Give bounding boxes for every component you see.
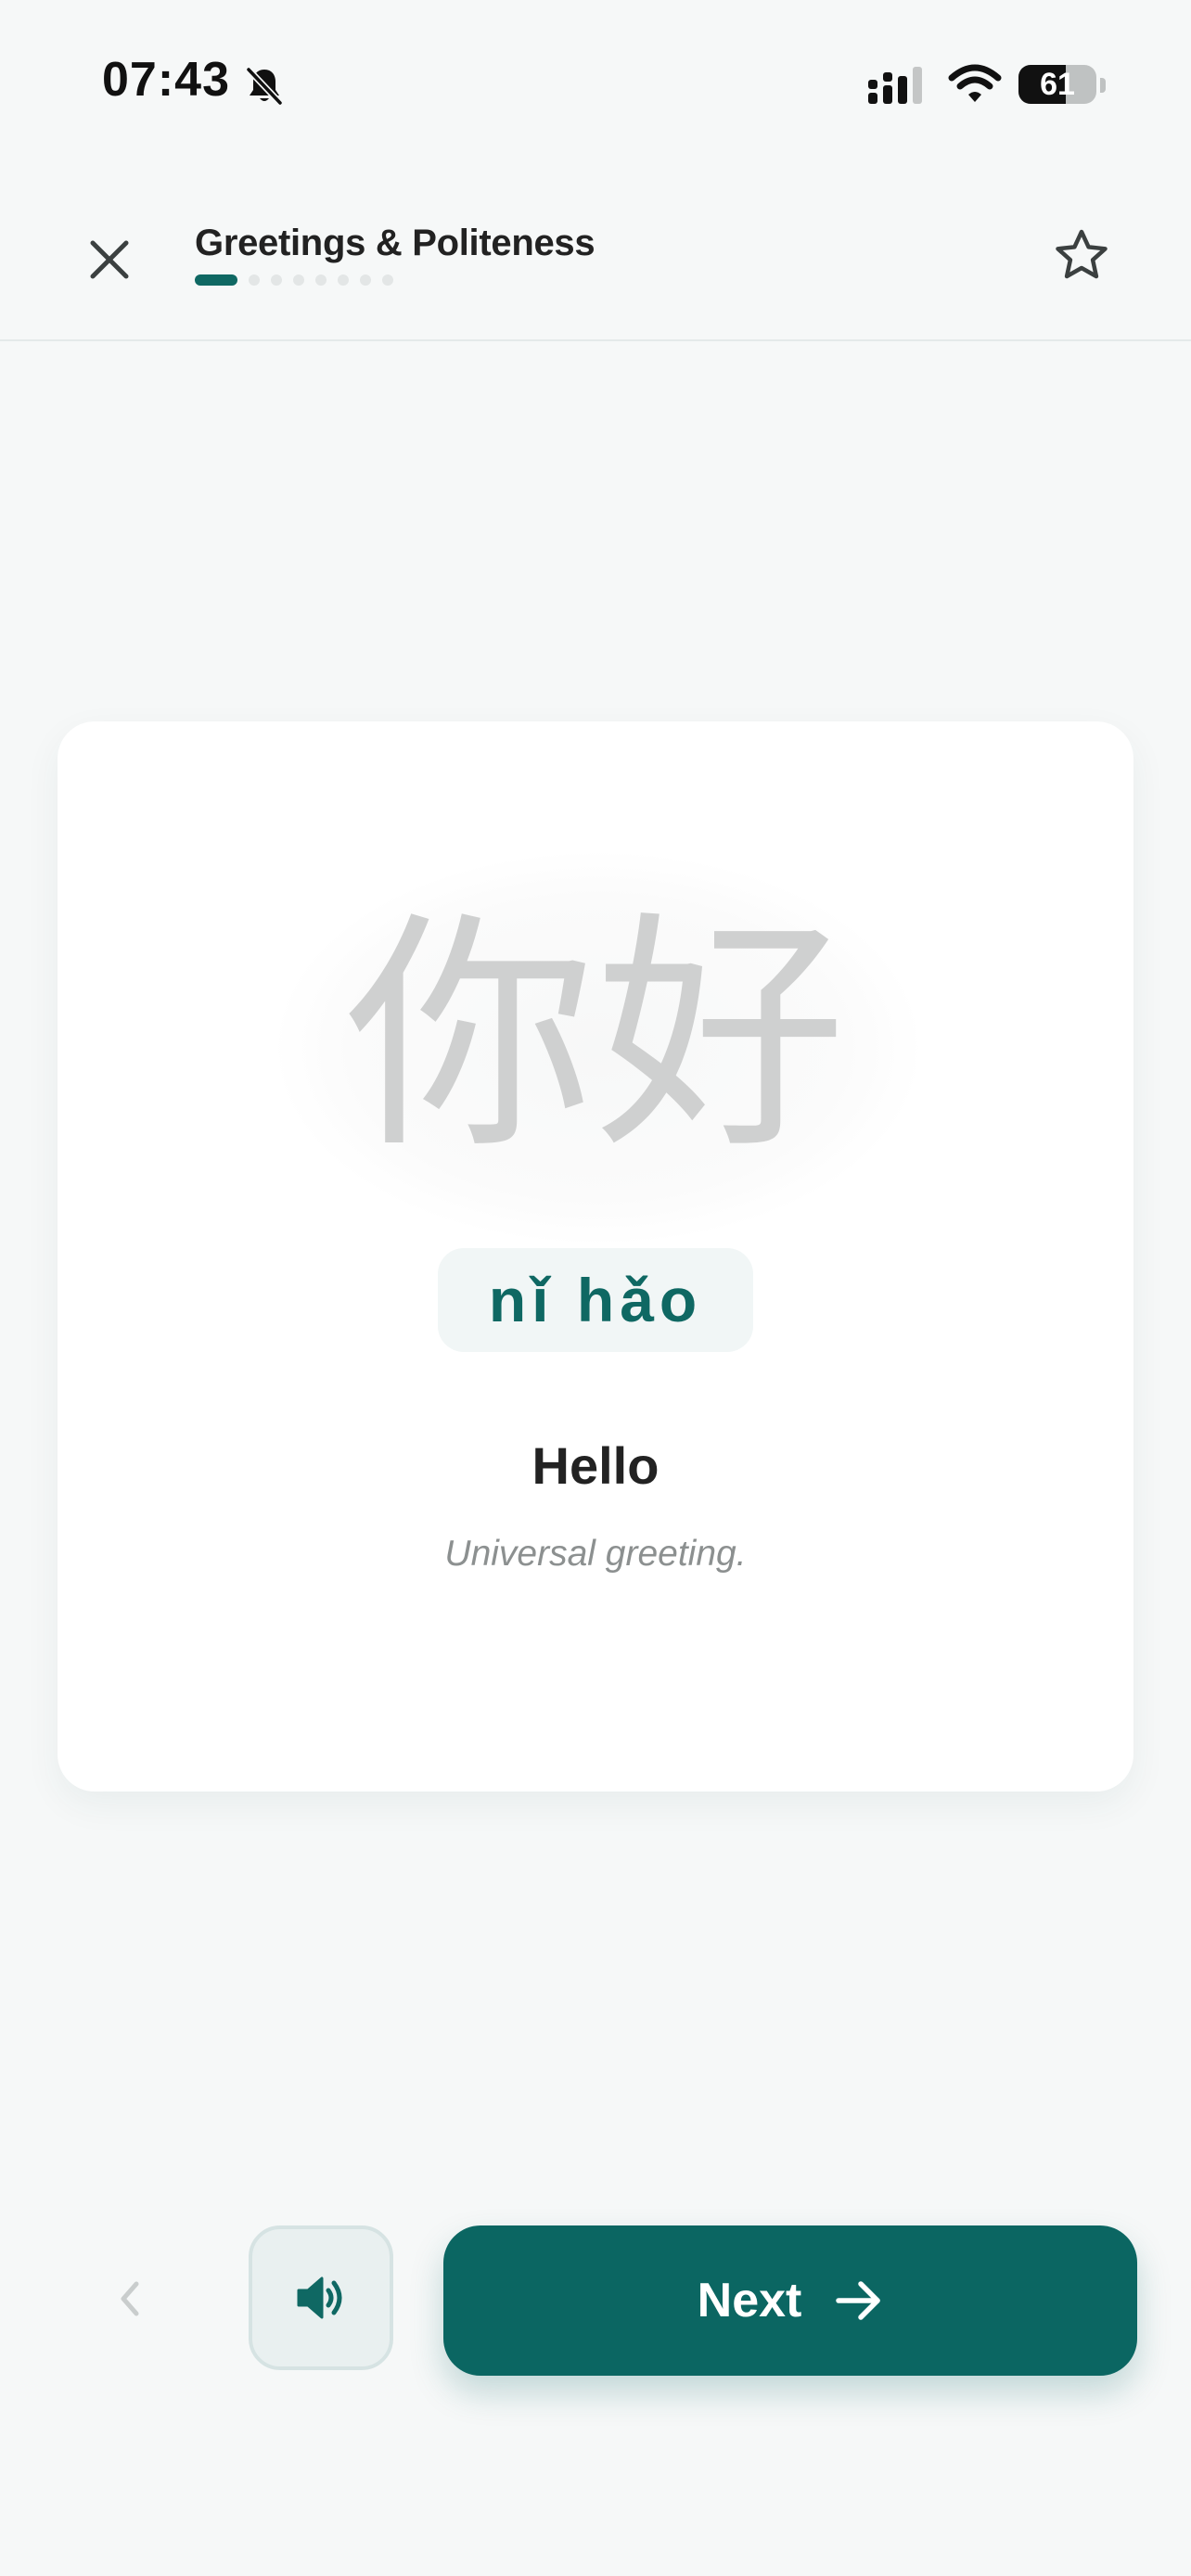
bell-slash-icon [245,66,284,107]
pinyin-badge: nǐ hǎo [438,1248,753,1352]
next-button-label: Next [697,2274,802,2327]
chevron-left-icon [121,2281,139,2316]
status-bar: 07:43 61 [0,0,1191,176]
favorite-button[interactable] [1043,217,1121,295]
progress-dot-current [195,274,237,286]
progress-dot [360,274,371,286]
progress-dot [338,274,349,286]
star-outline-icon [1056,229,1108,279]
lesson-progress [195,274,404,286]
hanzi-characters: 你好 [345,890,846,1182]
arrow-right-icon [836,2281,881,2320]
lesson-title: Greetings & Politeness [195,223,596,263]
pinyin-text: nǐ hǎo [488,1266,703,1334]
flashcard[interactable]: 你好 nǐ hǎo Hello Universal greeting. [58,721,1133,1792]
lesson-header: Greetings & Politeness [0,176,1191,341]
wifi-icon [948,64,1002,102]
progress-dot [293,274,304,286]
close-button[interactable] [72,223,147,297]
meaning-text: Hello [531,1436,660,1495]
speaker-icon [297,2276,342,2319]
signal-icon [868,67,922,104]
play-audio-button[interactable] [249,2225,393,2370]
close-icon [90,240,129,279]
progress-dot [249,274,260,286]
previous-button[interactable] [58,2225,202,2372]
battery-level: 61 [1040,67,1075,102]
progress-dot [382,274,393,286]
usage-note: Universal greeting. [444,1534,747,1574]
status-time: 07:43 [102,53,230,107]
progress-dot [271,274,282,286]
battery-icon: 61 [1018,63,1108,106]
next-button[interactable]: Next [443,2225,1137,2376]
progress-dot [315,274,327,286]
